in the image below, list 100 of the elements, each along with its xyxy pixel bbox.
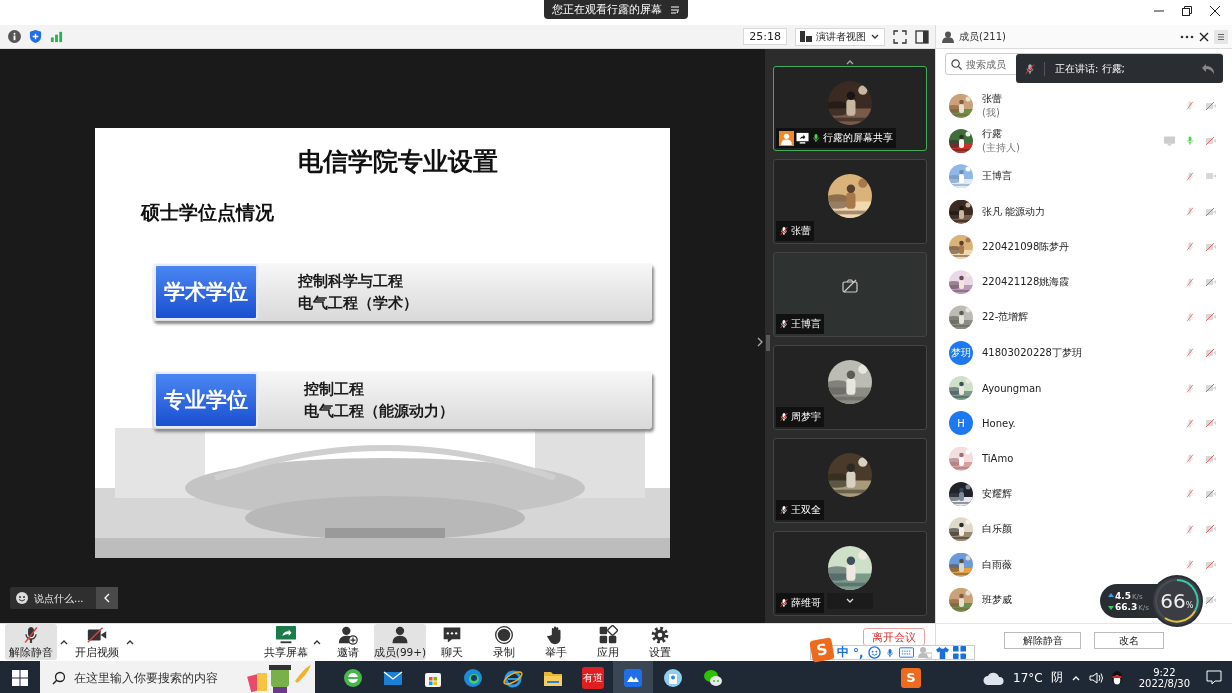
toolbar-button[interactable]: 邀请 — [322, 624, 374, 660]
usage-ring-icon — [1152, 577, 1201, 625]
weather-condition: 阴 — [1050, 669, 1063, 686]
shirt-icon[interactable] — [935, 646, 949, 659]
program-name: 电气工程（能源动力） — [304, 401, 454, 421]
toolbar-button[interactable]: 设置 — [634, 624, 686, 660]
ime-mode[interactable]: 中 — [837, 644, 849, 661]
share-screen-icon — [796, 132, 809, 144]
menu-icon[interactable] — [1214, 29, 1228, 44]
chat-field[interactable]: 说点什么... — [10, 587, 118, 609]
close-icon[interactable] — [1199, 31, 1209, 42]
toolbar-button[interactable]: 聊天 — [426, 624, 478, 660]
menu-icon[interactable] — [670, 4, 680, 15]
collapse-button[interactable] — [96, 587, 118, 609]
member-name: 白乐颜 — [982, 522, 1012, 537]
toolbar-button[interactable]: 应用 — [582, 624, 634, 660]
fullscreen-icon[interactable] — [893, 29, 907, 44]
toolbar-button[interactable]: 举手 — [530, 624, 582, 660]
shield-icon[interactable] — [29, 30, 42, 43]
member-name: 22-范增辉 — [982, 310, 1029, 325]
member-name: 王博言 — [982, 169, 1012, 184]
video-tile[interactable]: 张蕾 — [773, 159, 927, 244]
degree-label: 学术学位 — [154, 264, 258, 320]
member-name: TiAmo — [982, 453, 1014, 465]
chat-input[interactable]: 说点什么... — [34, 592, 90, 604]
taskbar-app-button[interactable] — [613, 661, 653, 693]
slide-title: 电信学院专业设置 — [296, 146, 499, 178]
program-name: 控制工程 — [304, 379, 365, 399]
leave-meeting-button[interactable]: 离开会议 — [863, 628, 925, 646]
member-name: 220421128姚海霞 — [982, 275, 1070, 290]
toolbar-button[interactable]: 解除静音 — [5, 624, 57, 660]
notification-icon[interactable] — [1206, 670, 1222, 685]
member-name: 安耀辉 — [982, 486, 1012, 501]
undo-icon[interactable] — [1201, 62, 1215, 75]
muted-microphone-icon — [1024, 61, 1036, 76]
meeting-timer: 25:18 — [743, 28, 787, 45]
apps-grid-icon — [598, 624, 618, 645]
avatar: 梦玥 — [949, 340, 973, 365]
toolbar-button[interactable]: 开启视频 — [71, 624, 123, 660]
taskbar-app-button[interactable]: 有道 — [573, 661, 613, 693]
camera-off-icon — [842, 279, 858, 293]
panel-button[interactable]: 解除静音 — [1004, 632, 1081, 649]
upload-icon — [1108, 592, 1114, 599]
panel-button[interactable]: 改名 — [1094, 632, 1164, 649]
cloud-icon — [983, 670, 1006, 685]
percent-unit: % — [1185, 601, 1194, 610]
clock[interactable]: 9:22 2022/8/30 — [1138, 666, 1190, 689]
keyboard-icon[interactable] — [898, 647, 914, 658]
host-person-icon — [779, 130, 794, 146]
view-mode-dropdown[interactable]: 演讲者视图 — [795, 27, 885, 46]
usage-percent: 66 — [1160, 589, 1186, 613]
member-name: 班梦威 — [982, 592, 1012, 607]
participant-name: 王双全 — [791, 503, 821, 517]
toolbar-button[interactable]: 共享屏幕 — [260, 624, 312, 660]
edge-legacy-app-icon — [342, 666, 364, 689]
chevron-left-icon — [103, 593, 111, 603]
avatar: H — [949, 411, 973, 436]
download-icon — [1108, 603, 1114, 610]
program-name: 电气工程（学术） — [298, 293, 418, 313]
video-tile[interactable]: 王博言 — [773, 252, 927, 337]
download-speed: 66.3 — [1115, 601, 1138, 612]
member-name: 41803020228丁梦玥 — [982, 345, 1082, 360]
speaker-icon[interactable] — [1088, 671, 1103, 684]
video-tile[interactable]: 行露的屏幕共享 — [773, 66, 927, 151]
upload-speed: 4.5 — [1115, 590, 1131, 601]
member-name: 张蕾 — [982, 91, 1002, 106]
youdao-app-icon: 有道 — [582, 666, 604, 689]
info-icon[interactable] — [8, 30, 21, 43]
video-tile[interactable]: 薛维哥 — [773, 531, 927, 616]
chevron-right-icon[interactable] — [757, 337, 763, 347]
member-role: (主持人) — [982, 140, 1020, 155]
toolbar-button[interactable]: 录制 — [478, 624, 530, 660]
member-name: 张凡 能源动力 — [982, 204, 1046, 219]
video-tile[interactable]: 王双全 — [773, 438, 927, 523]
participant-name: 周梦宇 — [791, 410, 821, 424]
banner-text: 您正在观看行露的屏幕 — [552, 2, 662, 17]
ime-punctuation[interactable]: °, — [853, 645, 864, 660]
degree-label: 专业学位 — [154, 372, 258, 428]
meeting-app-icon — [622, 666, 644, 689]
penguin-icon[interactable] — [1110, 669, 1123, 686]
edge-app-icon — [462, 666, 484, 689]
emoji-icon[interactable] — [16, 592, 28, 604]
member-name: 220421098陈梦丹 — [982, 239, 1070, 254]
person-icon — [942, 30, 954, 43]
participant-name: 行露的屏幕共享 — [823, 131, 893, 145]
temperature: 17°C — [1013, 670, 1043, 685]
side-panel-icon[interactable] — [915, 29, 929, 44]
people-icon — [390, 624, 410, 645]
member-name: Honey. — [982, 417, 1016, 429]
toolbar-button[interactable]: 成员(99+) — [374, 624, 426, 660]
slide-subtitle: 硕士学位点情况 — [141, 200, 275, 225]
close-icon[interactable] — [1210, 6, 1220, 16]
participant-name: 薛维哥 — [791, 596, 821, 610]
windows-start-icon[interactable] — [12, 669, 28, 686]
drag-handle-icon[interactable] — [766, 335, 770, 351]
video-tile[interactable]: 周梦宇 — [773, 345, 927, 430]
apps-grid-icon[interactable] — [952, 646, 966, 659]
restore-icon[interactable] — [1182, 6, 1192, 16]
member-role: (我) — [982, 105, 1001, 120]
emoji-icon[interactable] — [867, 646, 881, 659]
